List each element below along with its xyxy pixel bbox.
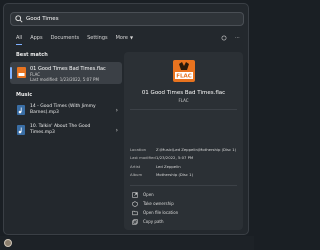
tab-documents[interactable]: Documents <box>51 35 80 41</box>
music-result-item[interactable]: 10. Talkin' About The Good Times.mp3 › <box>10 122 122 142</box>
music-result-item[interactable]: 14 - Good Times (With Jimmy Barnes).mp3 … <box>10 102 122 122</box>
search-input[interactable] <box>26 16 226 22</box>
property-key: Last modified <box>130 155 156 161</box>
action-label: Open file location <box>143 210 179 215</box>
audio-file-icon <box>17 125 25 135</box>
taskbar <box>0 236 254 250</box>
avatar[interactable] <box>4 239 12 247</box>
property-key: Artist <box>130 163 141 169</box>
property-value: Z:\Music\Led Zeppelin\Mothership (Disc 1… <box>156 146 237 152</box>
open-action[interactable]: Open <box>132 190 178 199</box>
actions-list: Open Take ownership Open file location C… <box>132 190 178 226</box>
property-value: 1/23/2022, 5:07 PM <box>156 155 194 161</box>
flac-large-icon: FLAC <box>172 60 195 82</box>
property-location: Location Z:\Music\Led Zeppelin\Mothershi… <box>130 145 238 154</box>
copy-icon <box>132 218 138 225</box>
property-key: Location <box>130 146 147 152</box>
action-label: Take ownership <box>143 201 174 206</box>
divider <box>130 185 237 186</box>
property-value: Led Zeppelin <box>156 163 181 169</box>
action-label: Open <box>143 192 154 197</box>
tab-settings[interactable]: Settings <box>87 35 108 41</box>
action-label: Copy path <box>143 219 164 224</box>
best-match-title: 01 Good Times Bad Times.flac <box>30 66 106 72</box>
search-box[interactable] <box>10 12 244 26</box>
music-heading: Music <box>16 92 33 98</box>
results-list: Best match 01 Good Times Bad Times.flac … <box>10 52 122 142</box>
tab-more[interactable]: More ▼ <box>116 35 133 41</box>
properties-list: Location Z:\Music\Led Zeppelin\Mothershi… <box>130 145 238 179</box>
search-icon <box>15 15 23 23</box>
folder-icon <box>132 210 138 215</box>
ownership-icon <box>132 200 138 207</box>
property-key: Album <box>130 172 143 178</box>
property-value: Mothership (Disc 1) <box>156 172 194 178</box>
chevron-right-icon[interactable]: › <box>116 127 118 134</box>
search-window: All Apps Documents Settings More▼ ⋯ Best… <box>3 3 249 235</box>
music-result-title: 10. Talkin' About The Good Times.mp3 <box>30 124 91 135</box>
chevron-right-icon[interactable]: › <box>116 107 118 114</box>
best-match-result[interactable]: 01 Good Times Bad Times.flac FLAC Last m… <box>10 62 122 84</box>
tab-more-label: More <box>115 35 129 41</box>
best-match-modified: Last modified: 1/23/2022, 5:07 PM <box>30 77 99 82</box>
best-match-heading: Best match <box>16 52 48 58</box>
property-last-modified: Last modified 1/23/2022, 5:07 PM <box>130 154 238 163</box>
audio-file-icon <box>17 105 25 115</box>
divider <box>130 109 237 110</box>
share-icon[interactable] <box>221 35 227 43</box>
tab-all[interactable]: All <box>16 35 23 45</box>
preview-title: 01 Good Times Bad Times.flac <box>141 90 226 96</box>
more-options-icon[interactable]: ⋯ <box>235 35 240 43</box>
chevron-down-icon: ▼ <box>130 35 134 40</box>
tab-bar: All Apps Documents Settings More ▼ <box>16 35 133 45</box>
tab-bar-right: ⋯ <box>221 35 240 43</box>
flac-icon-label: FLAC <box>176 74 192 80</box>
property-artist: Artist Led Zeppelin <box>130 162 238 171</box>
open-file-location-action[interactable]: Open file location <box>132 208 178 217</box>
take-ownership-action[interactable]: Take ownership <box>132 199 178 208</box>
open-icon <box>132 191 138 198</box>
preview-pane: FLAC 01 Good Times Bad Times.flac FLAC L… <box>124 52 243 230</box>
selection-indicator <box>10 67 12 79</box>
tab-apps[interactable]: Apps <box>30 35 42 41</box>
flac-file-icon <box>17 67 26 78</box>
music-result-title: 14 - Good Times (With Jimmy Barnes).mp3 <box>30 104 96 115</box>
preview-subtitle: FLAC <box>178 98 189 103</box>
copy-path-action[interactable]: Copy path <box>132 217 178 226</box>
property-album: Album Mothership (Disc 1) <box>130 171 238 180</box>
